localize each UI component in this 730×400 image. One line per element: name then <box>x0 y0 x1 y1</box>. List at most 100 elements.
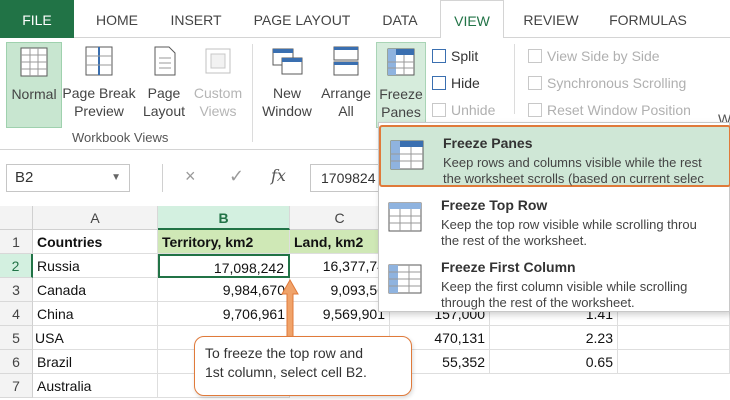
page-layout-label-2: Layout <box>142 103 186 119</box>
page-break-label-2: Preview <box>74 103 124 119</box>
reset-window-position-icon <box>528 103 542 117</box>
synchronous-scrolling-icon <box>528 76 542 90</box>
split-button[interactable]: Split <box>432 45 478 67</box>
column-header-b[interactable]: B <box>158 206 290 230</box>
menu-item-desc-line: the rest of the worksheet. <box>441 233 587 248</box>
custom-views-label-1: Custom <box>193 85 243 101</box>
menu-item-freeze-top-row[interactable]: Freeze Top Row Keep the top row visible … <box>379 189 730 251</box>
freeze-panes-menu: Freeze Panes Keep rows and columns visib… <box>378 122 730 312</box>
cell-a3[interactable]: Canada <box>33 278 158 302</box>
formula-buttons: × ✓ fx <box>162 164 310 192</box>
cell-e5[interactable]: 2.23 <box>490 326 618 350</box>
cell-b4[interactable]: 9,706,961 <box>158 302 290 326</box>
insert-function-icon[interactable]: fx <box>271 166 286 185</box>
callout-line: To freeze the top row and <box>205 345 363 361</box>
split-label: Split <box>451 48 479 64</box>
cell-b2[interactable]: 17,098,242 <box>158 254 290 278</box>
menu-item-desc-line: Keep the first column visible while scro… <box>441 279 688 294</box>
unhide-label: Unhide <box>451 102 496 118</box>
menu-item-description: Keep the first column visible while scro… <box>441 279 730 311</box>
chevron-down-icon[interactable]: ▼ <box>111 165 121 191</box>
page-break-icon <box>85 46 113 76</box>
cell-b3[interactable]: 9,984,670 <box>158 278 290 302</box>
menu-item-title: Freeze Top Row <box>441 197 548 213</box>
page-layout-button[interactable]: Page Layout <box>140 42 188 128</box>
freeze-top-row-icon <box>388 202 422 232</box>
cell-c3[interactable]: 9,093,50 <box>290 278 390 302</box>
cell-f6[interactable] <box>618 350 730 374</box>
page-layout-label-1: Page <box>147 85 181 101</box>
unhide-button[interactable]: Unhide <box>432 99 495 121</box>
cell-a2[interactable]: Russia <box>33 254 158 278</box>
workbook-views-group-label: Workbook Views <box>72 130 169 145</box>
name-box[interactable]: B2 ▼ <box>6 164 130 192</box>
normal-view-icon <box>20 47 48 77</box>
menu-item-description: Keep the top row visible while scrolling… <box>441 217 730 249</box>
normal-view-button[interactable]: Normal <box>6 42 62 128</box>
ribbon-separator <box>514 44 515 114</box>
tab-file[interactable]: FILE <box>0 0 74 38</box>
tab-review[interactable]: REVIEW <box>514 0 588 38</box>
arrange-all-icon <box>333 46 359 76</box>
menu-item-title: Freeze Panes <box>443 135 533 151</box>
tab-home[interactable]: HOME <box>84 0 150 38</box>
ribbon-tab-bar: FILE HOME INSERT PAGE LAYOUT DATA VIEW R… <box>0 0 730 39</box>
arrange-all-label-1: Arrange <box>321 85 371 101</box>
tab-insert[interactable]: INSERT <box>160 0 232 38</box>
tab-page-layout[interactable]: PAGE LAYOUT <box>244 0 360 38</box>
hide-label: Hide <box>451 75 480 91</box>
row-header-4[interactable]: 4 <box>0 302 33 326</box>
row-header-7[interactable]: 7 <box>0 374 33 398</box>
view-side-by-side-icon <box>528 49 542 63</box>
row-header-2[interactable]: 2 <box>0 254 33 278</box>
menu-item-freeze-first-column[interactable]: Freeze First Column Keep the first colum… <box>379 251 730 313</box>
freeze-panes-label-1: Freeze <box>379 86 423 102</box>
freeze-panes-button[interactable]: Freeze Panes ▾ <box>376 42 426 138</box>
menu-item-description: Keep rows and columns visible while the … <box>443 155 730 187</box>
cell-c1[interactable]: Land, km2 <box>290 230 390 254</box>
synchronous-scrolling-button[interactable]: Synchronous Scrolling <box>528 72 686 94</box>
cell-a7[interactable]: Australia <box>33 374 158 398</box>
menu-item-freeze-panes[interactable]: Freeze Panes Keep rows and columns visib… <box>379 125 730 187</box>
cell-f5[interactable] <box>618 326 730 350</box>
custom-views-button[interactable]: Custom Views <box>190 42 246 128</box>
tab-formulas[interactable]: FORMULAS <box>598 0 698 38</box>
select-all-corner[interactable] <box>0 206 33 230</box>
view-side-by-side-label: View Side by Side <box>547 48 660 64</box>
tab-view[interactable]: VIEW <box>440 0 504 39</box>
column-header-a[interactable]: A <box>33 206 158 230</box>
reset-window-position-button[interactable]: Reset Window Position <box>528 99 691 121</box>
menu-item-desc-line: Keep rows and columns visible while the … <box>443 155 702 170</box>
cell-c4[interactable]: 9,569,901 <box>290 302 390 326</box>
cell-b1[interactable]: Territory, km2 <box>158 230 290 254</box>
freeze-panes-icon <box>390 140 424 170</box>
row-header-1[interactable]: 1 <box>0 230 33 254</box>
row-header-5[interactable]: 5 <box>0 326 33 350</box>
menu-item-desc-line: the worksheet scrolls (based on current … <box>443 171 704 186</box>
hide-button[interactable]: Hide <box>432 72 480 94</box>
freeze-first-column-icon <box>388 264 422 294</box>
page-break-preview-button[interactable]: Page Break Preview <box>62 42 136 128</box>
cell-a4[interactable]: China <box>33 302 158 326</box>
cell-a6[interactable]: Brazil <box>33 350 158 374</box>
row-header-3[interactable]: 3 <box>0 278 33 302</box>
cell-e6[interactable]: 0.65 <box>490 350 618 374</box>
cell-a1[interactable]: Countries <box>33 230 158 254</box>
new-window-label-1: New <box>272 85 301 101</box>
page-layout-icon <box>154 46 176 76</box>
new-window-button[interactable]: New Window <box>258 42 316 128</box>
name-box-value: B2 <box>15 169 34 186</box>
cell-c2[interactable]: 16,377,74 <box>290 254 390 278</box>
custom-views-label-2: Views <box>199 103 237 119</box>
cancel-icon[interactable]: × <box>185 166 196 187</box>
hide-icon <box>432 76 446 90</box>
normal-label: Normal <box>11 86 57 102</box>
cell-a5[interactable]: USA <box>33 326 158 350</box>
view-side-by-side-button[interactable]: View Side by Side <box>528 45 660 67</box>
tab-data[interactable]: DATA <box>372 0 428 38</box>
column-header-c[interactable]: C <box>290 206 390 230</box>
new-window-label-2: Window <box>262 103 312 119</box>
row-header-6[interactable]: 6 <box>0 350 33 374</box>
arrange-all-button[interactable]: Arrange All <box>318 42 374 128</box>
enter-icon[interactable]: ✓ <box>229 166 244 187</box>
